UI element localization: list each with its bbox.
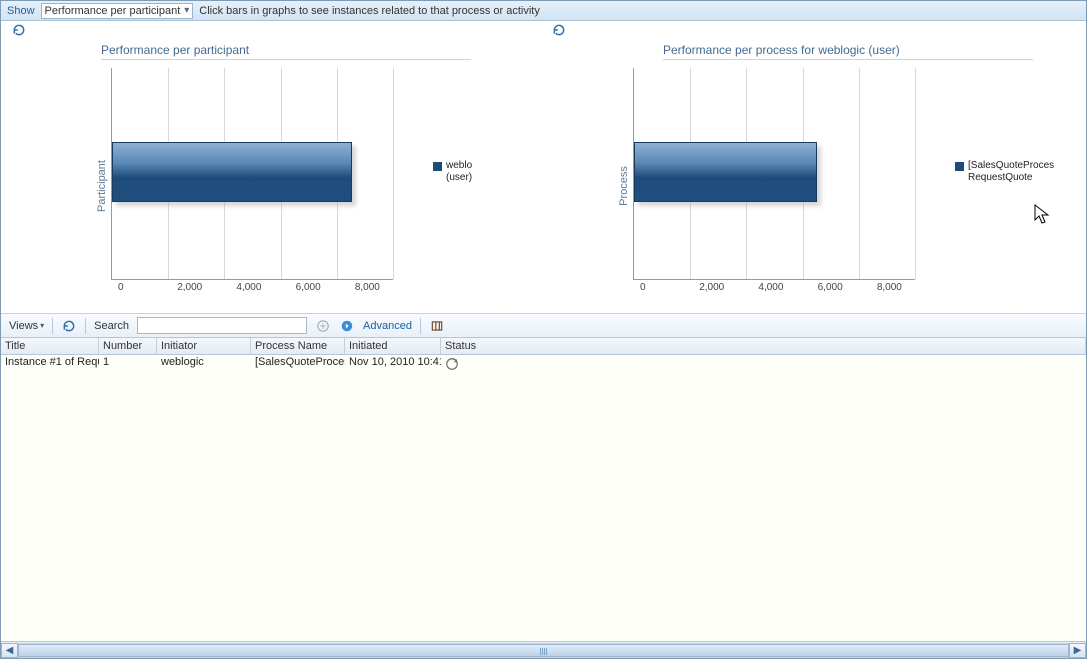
top-toolbar: Show Performance per participant ▾ Click… [1,1,1086,21]
table-row[interactable]: Instance #1 of Requ 1 weblogic [SalesQuo… [1,355,1086,372]
refresh-right-icon[interactable] [551,22,567,38]
col-process-name[interactable]: Process Name [251,338,345,354]
view-selector-value: Performance per participant [45,5,181,17]
chevron-down-icon: ▾ [184,5,189,16]
chart-right-bar[interactable] [634,142,817,202]
search-input[interactable] [137,317,307,334]
toolbar-divider [52,318,53,334]
legend-swatch-icon [955,162,964,171]
instances-table: Title Number Initiator Process Name Init… [1,337,1086,641]
cell-initiator: weblogic [157,355,251,372]
go-search-icon[interactable] [339,318,355,334]
chart-right: Performance per process for weblogic (us… [573,43,1065,303]
show-link[interactable]: Show [7,5,35,17]
chart-right-xaxis: 0 2,000 4,000 6,000 8,000 [647,282,943,293]
legend-swatch-icon [433,162,442,171]
chart-right-title: Performance per process for weblogic (us… [663,43,1033,60]
toolbar-divider [420,318,421,334]
chart-left-legend-text: weblo (user) [446,160,472,184]
refresh-left-icon[interactable] [11,22,27,38]
horizontal-scrollbar[interactable]: ◀ ▶ [1,641,1086,658]
view-selector-combo[interactable]: Performance per participant ▾ [41,3,194,19]
toolbar-divider [85,318,86,334]
scroll-track[interactable] [18,643,1069,658]
chart-left-bar[interactable] [112,142,352,202]
refresh-list-icon[interactable] [61,318,77,334]
chart-left: Performance per participant Participant … [11,43,543,303]
cell-status [441,355,1086,372]
chart-left-legend: weblo (user) [433,160,543,303]
col-initiator[interactable]: Initiator [157,338,251,354]
chart-right-legend: [SalesQuoteProces RequestQuote [955,160,1065,303]
chart-right-plot [633,68,915,280]
scroll-thumb[interactable] [18,644,1069,657]
search-label: Search [94,320,129,332]
col-status[interactable]: Status [441,338,1086,354]
running-status-icon [445,357,459,371]
chevron-down-icon: ▾ [40,321,44,330]
col-title[interactable]: Title [1,338,99,354]
scroll-right-button[interactable]: ▶ [1069,643,1086,658]
advanced-search-link[interactable]: Advanced [363,320,412,332]
charts-panel: Performance per participant Participant … [1,39,1086,313]
instruction-text: Click bars in graphs to see instances re… [199,5,540,17]
chart-left-plot [111,68,393,280]
clear-search-icon[interactable] [315,318,331,334]
cell-initiated: Nov 10, 2010 10:41 A [345,355,441,372]
views-menu-button[interactable]: Views ▾ [9,320,44,332]
col-initiated[interactable]: Initiated [345,338,441,354]
table-header: Title Number Initiator Process Name Init… [1,337,1086,355]
cell-title: Instance #1 of Requ [1,355,99,372]
search-toolbar: Views ▾ Search Advanced [1,313,1086,337]
cell-process-name: [SalesQuoteProcess] [251,355,345,372]
columns-icon[interactable] [429,318,445,334]
chart-right-legend-text: [SalesQuoteProces RequestQuote [968,160,1054,184]
scroll-left-button[interactable]: ◀ [1,643,18,658]
cell-number: 1 [99,355,157,372]
chart-left-xaxis: 0 2,000 4,000 6,000 8,000 [125,282,421,293]
refresh-row [1,21,1086,39]
table-body: Instance #1 of Requ 1 weblogic [SalesQuo… [1,355,1086,641]
chart-left-title: Performance per participant [101,43,471,60]
col-number[interactable]: Number [99,338,157,354]
